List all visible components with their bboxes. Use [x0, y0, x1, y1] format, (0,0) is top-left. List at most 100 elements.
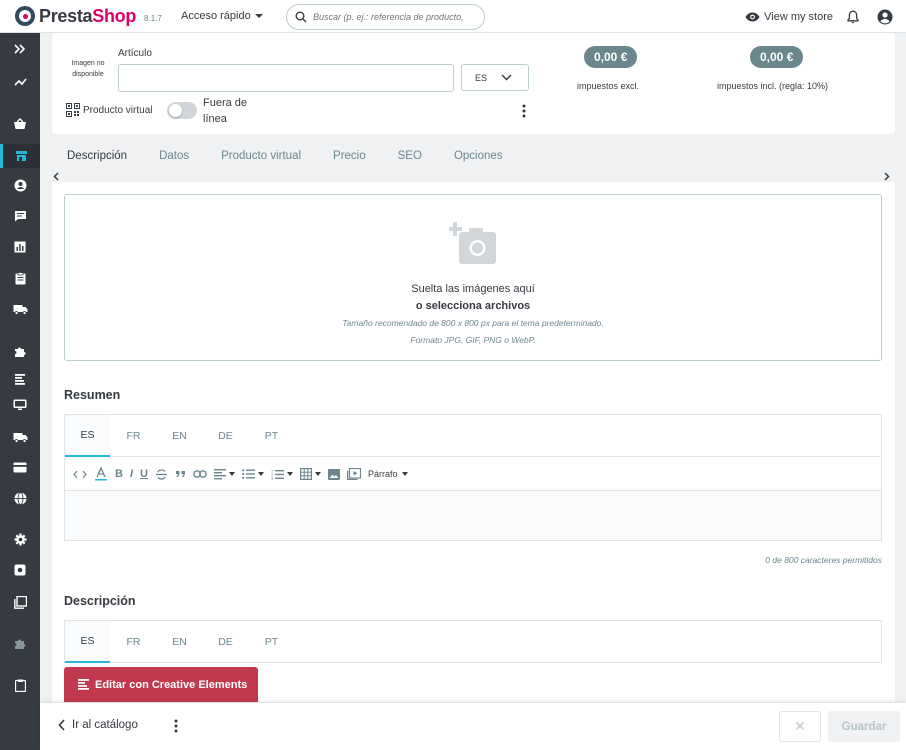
footer-more-options-button[interactable]: [174, 719, 178, 736]
sidebar-item-international[interactable]: [0, 486, 40, 510]
tab-producto-virtual[interactable]: Producto virtual: [221, 150, 301, 174]
cancel-button[interactable]: ✕: [779, 711, 821, 742]
numbered-list-dropdown[interactable]: 123: [271, 464, 293, 484]
text-color-button[interactable]: [94, 464, 108, 484]
caret-down-icon: [314, 472, 321, 476]
sidebar-item-shop-parameters[interactable]: [0, 527, 40, 551]
sidebar-item-stats[interactable]: [0, 69, 40, 93]
summary-lang-tab-en[interactable]: EN: [157, 415, 202, 457]
search-input[interactable]: [313, 12, 483, 22]
table-dropdown[interactable]: [299, 464, 321, 484]
sidebar-item-payment[interactable]: [0, 455, 40, 479]
online-toggle[interactable]: [167, 102, 197, 119]
bullet-list-dropdown[interactable]: [242, 464, 264, 484]
sidebar-item-carriers[interactable]: [0, 425, 40, 449]
sidebar-item-addons[interactable]: [0, 631, 40, 655]
underline-button[interactable]: U: [140, 464, 148, 484]
tab-descripcion[interactable]: Descripción: [67, 150, 127, 174]
top-bar: PrestaShop 8.1.7 Acceso rápido View my s…: [0, 0, 906, 33]
card-icon: [13, 462, 27, 472]
search-box[interactable]: [286, 4, 485, 30]
image-dropzone[interactable]: Suelta las imágenes aquí o selecciona ar…: [64, 194, 882, 361]
chevron-left-icon: [58, 719, 65, 731]
align-dropdown[interactable]: [213, 464, 235, 484]
save-button[interactable]: Guardar: [828, 711, 900, 742]
sidebar-item-modules[interactable]: [0, 339, 40, 363]
caret-down-icon: [286, 472, 293, 476]
back-to-catalog-link[interactable]: Ir al catálogo: [58, 719, 138, 731]
caret-down-icon: [254, 14, 263, 18]
article-name-input[interactable]: [118, 64, 454, 92]
view-store-link[interactable]: View my store: [745, 11, 833, 23]
tab-seo[interactable]: SEO: [398, 150, 422, 174]
image-icon: [327, 468, 340, 480]
tab-datos[interactable]: Datos: [159, 150, 189, 174]
code-icon: [73, 470, 87, 478]
tab-opciones[interactable]: Opciones: [454, 150, 503, 174]
caret-down-icon: [402, 472, 409, 476]
table-icon: [299, 468, 312, 480]
sidebar-item-pages[interactable]: [0, 590, 40, 614]
description-lang-tab-es[interactable]: ES: [65, 621, 110, 663]
summary-lang-tab-fr[interactable]: FR: [111, 415, 156, 457]
summary-editor-area[interactable]: [64, 490, 882, 541]
description-lang-tab-en[interactable]: EN: [157, 621, 202, 663]
chevron-right-icon: [884, 172, 890, 181]
more-options-button[interactable]: [522, 104, 526, 121]
underline-icon: U: [140, 468, 148, 480]
description-lang-tab-fr[interactable]: FR: [111, 621, 156, 663]
notifications-button[interactable]: [847, 10, 859, 24]
source-code-button[interactable]: [73, 464, 87, 484]
user-account-button[interactable]: [877, 9, 893, 25]
sidebar-item-clipboard[interactable]: [0, 673, 40, 697]
product-tabs: Descripción Datos Producto virtual Preci…: [52, 150, 535, 174]
sidebar-item-appearance[interactable]: [0, 393, 40, 417]
description-lang-tab-de[interactable]: DE: [203, 621, 248, 663]
tab-precio[interactable]: Precio: [333, 150, 366, 174]
bold-button[interactable]: B: [115, 464, 123, 484]
image-unavailable-label[interactable]: Imagen no disponible: [62, 58, 114, 80]
insert-media-button[interactable]: [346, 464, 361, 484]
quick-access-dropdown[interactable]: Acceso rápido: [181, 10, 285, 22]
summary-editor-toolbar: B I U 123 Párrafo: [64, 458, 882, 490]
clipboard-bottom-icon: [14, 679, 26, 692]
virtual-product-label: Producto virtual: [83, 104, 153, 116]
article-label: Artículo: [118, 48, 152, 59]
monitor-icon: [13, 399, 27, 410]
description-language-tabs: ES FR EN DE PT: [64, 620, 882, 663]
insert-link-button[interactable]: [193, 464, 207, 484]
summary-char-count: 0 de 800 caracteres permitidos: [765, 555, 882, 565]
text-color-icon: [95, 467, 107, 481]
creative-elements-label: Editar con Creative Elements: [95, 678, 248, 691]
sidebar-item-advanced-parameters[interactable]: [0, 558, 40, 582]
insert-image-button[interactable]: [327, 464, 340, 484]
sidebar-item-messages[interactable]: [0, 204, 40, 228]
strikethrough-button[interactable]: [155, 464, 168, 484]
gear-icon: [14, 533, 26, 545]
summary-lang-tab-es[interactable]: ES: [65, 415, 110, 457]
clipboard-icon: [15, 271, 25, 284]
sidebar-item-design[interactable]: [0, 367, 40, 391]
sidebar-item-catalog[interactable]: [0, 144, 40, 168]
blockquote-button[interactable]: [175, 464, 186, 484]
edit-with-creative-elements-button[interactable]: Editar con Creative Elements: [64, 667, 258, 702]
settings-box-icon: [14, 564, 26, 576]
dropzone-select-files-link[interactable]: o selecciona archivos: [65, 300, 881, 312]
sidebar-item-stats-chart[interactable]: [0, 235, 40, 259]
bar-chart-icon: [14, 241, 26, 253]
sidebar-item-orders-list[interactable]: [0, 266, 40, 290]
description-lang-tab-pt[interactable]: PT: [249, 621, 294, 663]
sidebar-item-shipping[interactable]: [0, 297, 40, 321]
language-select[interactable]: ES: [461, 64, 529, 91]
summary-language-tabs: ES FR EN DE PT: [64, 414, 882, 457]
price-incl-caption: impuestos incl. (regla: 10%): [717, 81, 829, 91]
summary-lang-tab-de[interactable]: DE: [203, 415, 248, 457]
sidebar-item-orders[interactable]: [0, 112, 40, 136]
summary-lang-tab-pt[interactable]: PT: [249, 415, 294, 457]
prestashop-logo[interactable]: PrestaShop 8.1.7: [15, 6, 177, 27]
italic-button[interactable]: I: [130, 464, 133, 484]
sidebar-item-customers[interactable]: [0, 173, 40, 197]
quote-icon: [175, 471, 185, 477]
sidebar-expand-button[interactable]: [0, 37, 40, 61]
paragraph-format-dropdown[interactable]: Párrafo: [368, 469, 409, 479]
